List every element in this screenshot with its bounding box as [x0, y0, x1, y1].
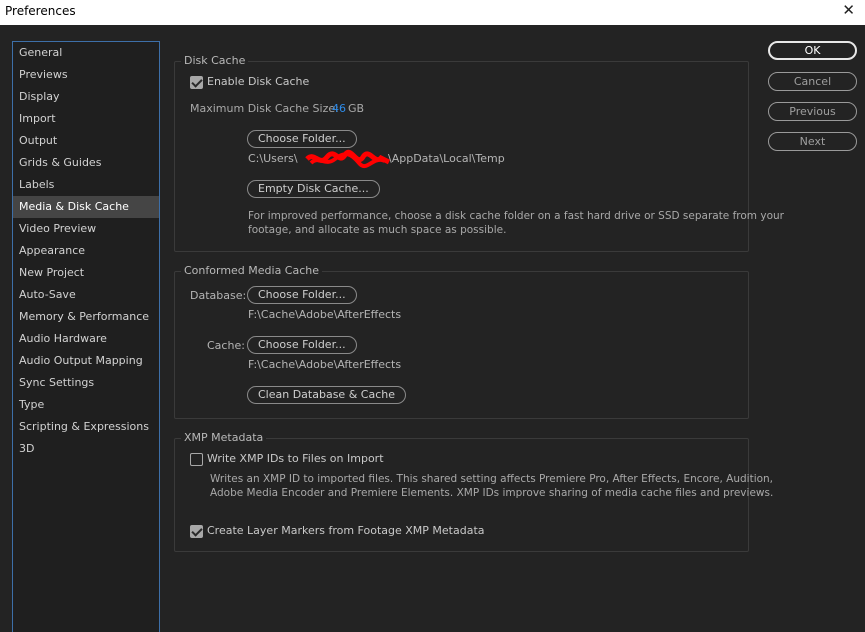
sidebar-item-audio-output-mapping[interactable]: Audio Output Mapping [13, 350, 159, 372]
clean-database-cache-button[interactable]: Clean Database & Cache [247, 386, 406, 404]
cancel-button[interactable]: Cancel [768, 72, 857, 91]
xmp-metadata-title: XMP Metadata [181, 431, 267, 444]
redaction-scribble [305, 150, 390, 169]
sidebar-item-appearance[interactable]: Appearance [13, 240, 159, 262]
previous-button[interactable]: Previous [768, 102, 857, 121]
write-xmp-desc-line1: Writes an XMP ID to imported files. This… [210, 473, 774, 485]
ok-button[interactable]: OK [768, 41, 857, 60]
sidebar-item-media-disk-cache[interactable]: Media & Disk Cache [13, 196, 159, 218]
database-choose-folder-button[interactable]: Choose Folder... [247, 286, 357, 304]
cache-path: F:\Cache\Adobe\AfterEffects [248, 358, 402, 371]
sidebar-item-display[interactable]: Display [13, 86, 159, 108]
preferences-category-list: General Previews Display Import Output G… [12, 41, 160, 632]
sidebar-item-new-project[interactable]: New Project [13, 262, 159, 284]
window-title: Preferences [5, 4, 76, 18]
disk-cache-title: Disk Cache [181, 54, 249, 67]
disk-cache-description-line1: For improved performance, choose a disk … [248, 210, 784, 222]
disk-cache-description-line2: footage, and allocate as much space as p… [248, 224, 507, 236]
sidebar-item-video-preview[interactable]: Video Preview [13, 218, 159, 240]
enable-disk-cache-label: Enable Disk Cache [207, 75, 310, 88]
write-xmp-ids-label: Write XMP IDs to Files on Import [207, 452, 384, 465]
max-cache-size-value[interactable]: 46 [332, 102, 346, 115]
title-bar: Preferences ✕ [0, 0, 865, 25]
disk-cache-path-suffix: \AppData\Local\Temp [388, 152, 505, 165]
sidebar-item-audio-hardware[interactable]: Audio Hardware [13, 328, 159, 350]
max-cache-size-unit: GB [348, 102, 365, 115]
max-cache-size-label: Maximum Disk Cache Size: [190, 102, 339, 115]
sidebar-item-previews[interactable]: Previews [13, 64, 159, 86]
sidebar-item-import[interactable]: Import [13, 108, 159, 130]
sidebar-item-labels[interactable]: Labels [13, 174, 159, 196]
conformed-media-cache-title: Conformed Media Cache [181, 264, 323, 277]
sidebar-item-scripting-expressions[interactable]: Scripting & Expressions [13, 416, 159, 438]
write-xmp-ids-checkbox[interactable] [190, 453, 203, 466]
database-label: Database: [190, 289, 247, 302]
sidebar-item-type[interactable]: Type [13, 394, 159, 416]
sidebar-item-general[interactable]: General [13, 42, 159, 64]
sidebar-item-auto-save[interactable]: Auto-Save [13, 284, 159, 306]
sidebar-item-grids-guides[interactable]: Grids & Guides [13, 152, 159, 174]
close-icon[interactable]: ✕ [842, 1, 855, 19]
cache-choose-folder-button[interactable]: Choose Folder... [247, 336, 357, 354]
database-path: F:\Cache\Adobe\AfterEffects [248, 308, 402, 321]
sidebar-item-3d[interactable]: 3D [13, 438, 159, 460]
next-button[interactable]: Next [768, 132, 857, 151]
create-layer-markers-checkbox[interactable] [190, 525, 203, 538]
sidebar-item-output[interactable]: Output [13, 130, 159, 152]
write-xmp-desc-line2: Adobe Media Encoder and Premiere Element… [210, 487, 774, 499]
disk-cache-path-prefix: C:\Users\ [248, 152, 298, 165]
sidebar-item-sync-settings[interactable]: Sync Settings [13, 372, 159, 394]
enable-disk-cache-checkbox[interactable] [190, 76, 203, 89]
cache-label: Cache: [207, 339, 245, 352]
create-layer-markers-label: Create Layer Markers from Footage XMP Me… [207, 524, 485, 537]
sidebar-item-memory-performance[interactable]: Memory & Performance [13, 306, 159, 328]
disk-cache-choose-folder-button[interactable]: Choose Folder... [247, 130, 357, 148]
empty-disk-cache-button[interactable]: Empty Disk Cache... [247, 180, 380, 198]
